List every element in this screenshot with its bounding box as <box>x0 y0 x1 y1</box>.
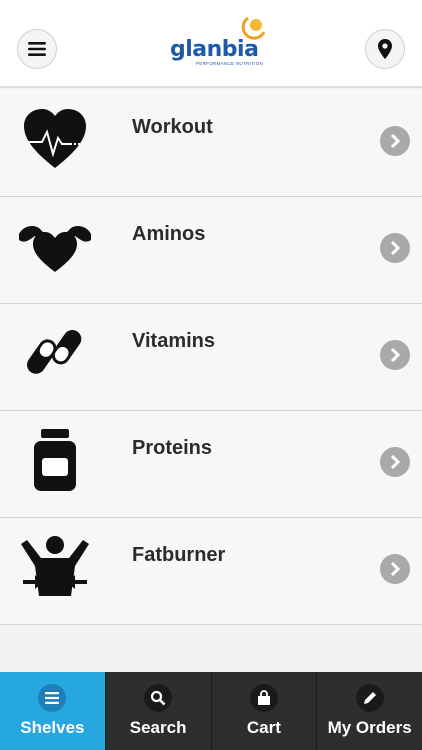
muscle-heart-icon <box>15 211 95 281</box>
tab-search[interactable]: Search <box>106 672 212 750</box>
shelf-label: Proteins <box>132 437 213 459</box>
shelf-label: Workout <box>132 116 213 138</box>
location-button[interactable] <box>365 29 405 69</box>
shelf-row-proteins[interactable]: Proteins <box>0 411 422 518</box>
tab-my-orders[interactable]: My Orders <box>317 672 422 750</box>
bottom-tab-bar: Shelves Search Cart My Orders <box>0 672 422 750</box>
pencil-icon <box>355 684 384 712</box>
tab-label: Search <box>129 718 187 737</box>
shelf-list: Workout Aminos Vitamins Proteins Fatburn… <box>0 90 422 625</box>
shelf-row-workout[interactable]: Workout <box>0 90 422 197</box>
shelf-label: Vitamins <box>132 330 215 352</box>
logo-wordmark: glanbia <box>170 37 259 62</box>
pills-icon <box>15 318 95 388</box>
brand-logo: glanbia PERFORMANCE NUTRITION <box>168 12 268 68</box>
shelf-row-aminos[interactable]: Aminos <box>0 197 422 304</box>
heartbeat-icon <box>15 104 95 174</box>
menu-button[interactable] <box>17 29 57 69</box>
shelf-row-vitamins[interactable]: Vitamins <box>0 304 422 411</box>
app-header: glanbia PERFORMANCE NUTRITION <box>0 0 422 88</box>
shelf-label: Fatburner <box>132 544 226 566</box>
map-pin-icon <box>378 39 392 59</box>
search-icon <box>144 684 173 712</box>
tab-cart[interactable]: Cart <box>212 672 318 750</box>
tab-label: My Orders <box>327 718 412 737</box>
chevron-right-icon[interactable] <box>380 447 410 477</box>
list-icon <box>38 684 67 712</box>
shelf-row-fatburner[interactable]: Fatburner <box>0 518 422 625</box>
tab-shelves[interactable]: Shelves <box>0 672 106 750</box>
logo-tagline: PERFORMANCE NUTRITION <box>196 61 264 66</box>
tab-label: Cart <box>246 718 281 737</box>
chevron-right-icon[interactable] <box>380 126 410 156</box>
chevron-right-icon[interactable] <box>380 340 410 370</box>
hamburger-menu-icon <box>28 42 46 56</box>
shopping-bag-icon <box>249 684 278 712</box>
shelf-label: Aminos <box>132 223 206 245</box>
chevron-right-icon[interactable] <box>380 233 410 263</box>
tab-label: Shelves <box>20 718 85 737</box>
fatburner-person-icon <box>15 532 95 602</box>
protein-jar-icon <box>15 425 95 495</box>
chevron-right-icon[interactable] <box>380 554 410 584</box>
